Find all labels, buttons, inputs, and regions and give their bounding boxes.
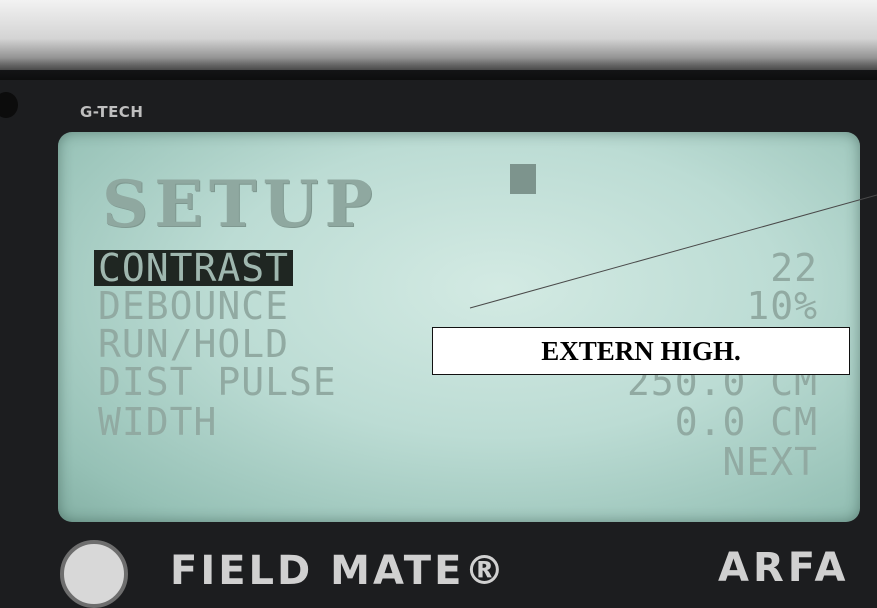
bottom-brand-text: FIELD MATE®	[170, 548, 508, 594]
annotation-pointer-line	[469, 194, 877, 309]
annotation-label-box: EXTERN HIGH.	[432, 327, 850, 375]
annotation-label: EXTERN HIGH.	[541, 335, 741, 366]
brand-logo-icon	[60, 540, 128, 608]
bottom-right-brand-text: ARFA	[718, 545, 850, 591]
